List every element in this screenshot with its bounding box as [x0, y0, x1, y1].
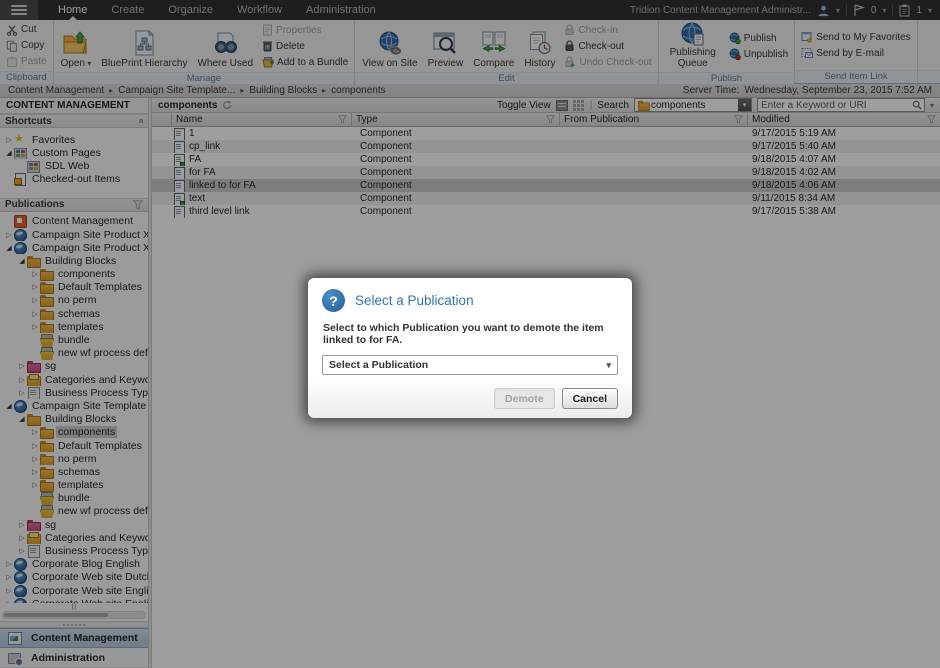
chevron-down-icon: ▾	[606, 360, 611, 371]
question-icon: ?	[322, 289, 345, 312]
select-publication-dialog: ? Select a Publication Select to which P…	[307, 277, 633, 419]
publication-dropdown[interactable]: Select a Publication ▾	[322, 355, 618, 375]
publication-dropdown-value: Select a Publication	[329, 359, 428, 371]
dialog-message: Select to which Publication you want to …	[323, 322, 618, 346]
dialog-buttons: Demote Cancel	[322, 388, 618, 409]
dialog-title: Select a Publication	[355, 293, 474, 308]
tridion-content-management-app: Home Create Organize Workflow Administra…	[0, 0, 940, 668]
demote-button[interactable]: Demote	[494, 388, 555, 409]
dialog-header: ? Select a Publication	[322, 289, 618, 312]
cancel-button[interactable]: Cancel	[562, 388, 618, 409]
